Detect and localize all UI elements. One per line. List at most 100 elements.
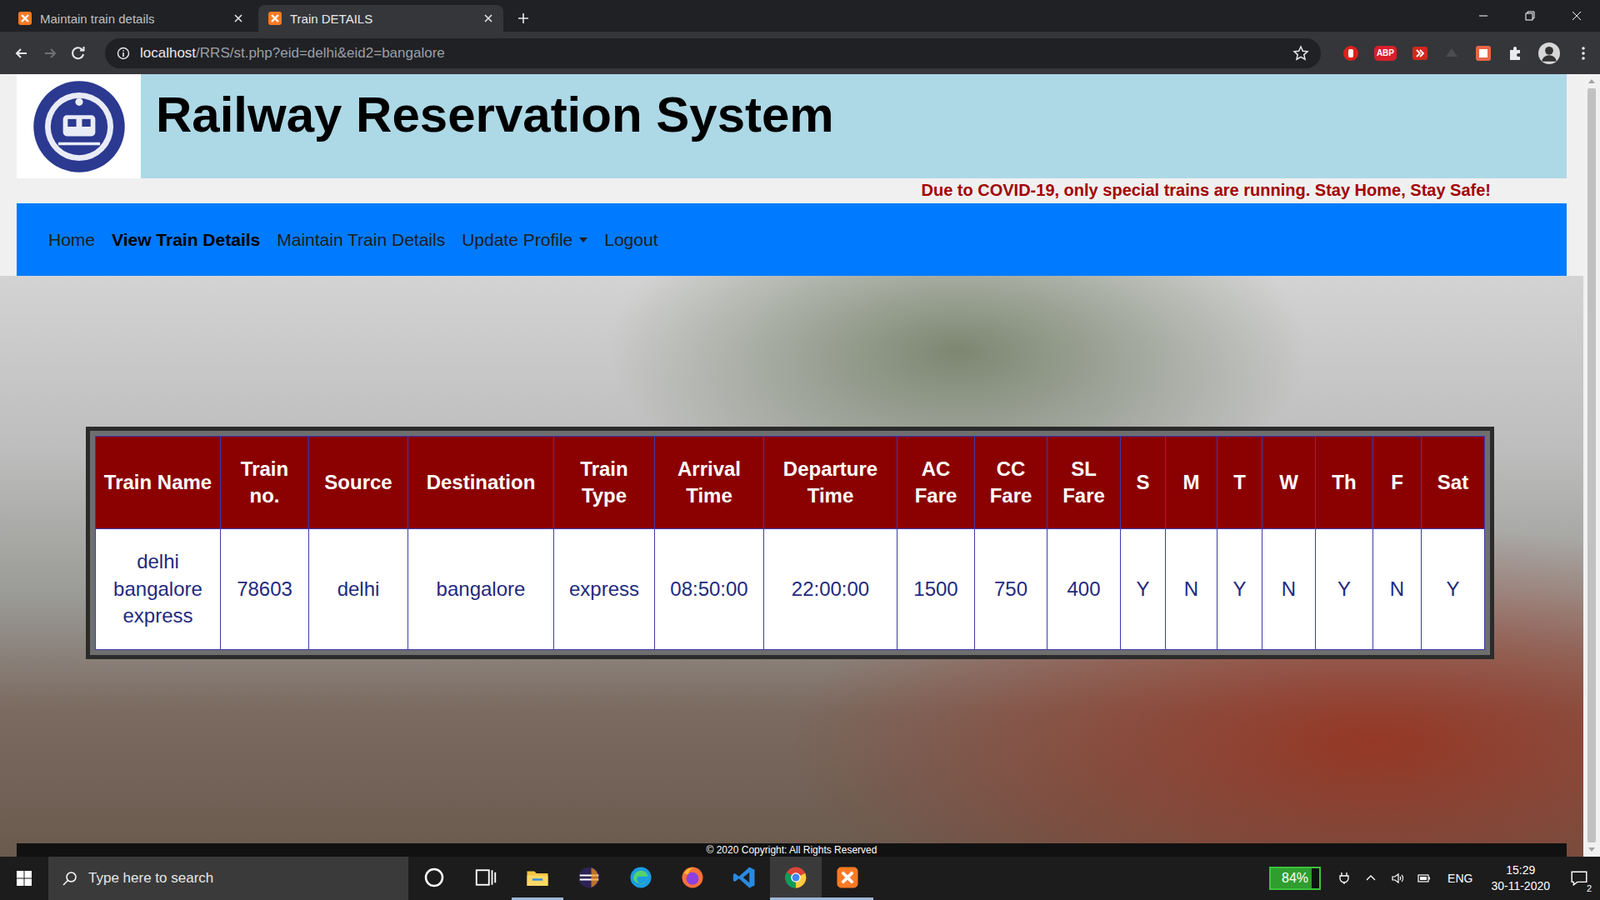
- tab-strip: Maintain train details Train DETAILS: [0, 0, 1600, 32]
- eclipse-icon: [576, 865, 602, 890]
- edge-icon: [628, 865, 654, 890]
- nav-item[interactable]: Logout: [595, 223, 666, 257]
- forward-icon[interactable]: [41, 45, 59, 62]
- column-header: Sat: [1421, 436, 1485, 530]
- title-area: Railway Reservation System: [140, 74, 1567, 179]
- taskbar-app[interactable]: [408, 856, 460, 900]
- profile-avatar-icon[interactable]: [1538, 42, 1560, 65]
- xampp-extension-icon[interactable]: [1475, 45, 1492, 62]
- taskbar-app[interactable]: [563, 856, 615, 900]
- info-icon[interactable]: [116, 46, 130, 60]
- scroll-up-icon[interactable]: [1588, 79, 1595, 84]
- taskbar-app[interactable]: [511, 856, 564, 900]
- speaker-icon[interactable]: [1390, 871, 1405, 885]
- tab-label: Train DETAILS: [290, 11, 475, 26]
- page-top: Railway Reservation System Due to COVID-1…: [0, 74, 1584, 276]
- start-button[interactable]: [0, 856, 49, 900]
- column-header: SL Fare: [1047, 436, 1121, 530]
- column-header: AC Fare: [897, 436, 975, 530]
- bookmark-star-icon[interactable]: [1292, 45, 1310, 62]
- taskbar-app[interactable]: [718, 856, 770, 900]
- restore-icon: [1525, 10, 1535, 21]
- video-extension-icon[interactable]: [1411, 45, 1429, 62]
- taskbar-app[interactable]: [460, 856, 512, 900]
- file-explorer-icon: [525, 865, 550, 890]
- column-header: M: [1165, 436, 1218, 530]
- puzzle-icon[interactable]: [1506, 45, 1524, 62]
- nav-item[interactable]: View Train Details: [103, 223, 269, 257]
- table-cell: N: [1262, 529, 1316, 650]
- table-row: delhi bangalore express78603delhibangalo…: [95, 529, 1485, 650]
- reload-icon[interactable]: [70, 45, 87, 62]
- close-tab-icon[interactable]: [233, 13, 244, 24]
- cortana-icon: [421, 865, 447, 890]
- battery-indicator[interactable]: 84%: [1269, 866, 1321, 890]
- column-header: Train Type: [554, 436, 655, 530]
- minimize-button[interactable]: [1460, 0, 1507, 32]
- site-title: Railway Reservation System: [155, 85, 835, 144]
- browser-tab[interactable]: Maintain train details: [8, 5, 254, 32]
- close-tab-icon[interactable]: [483, 13, 494, 24]
- table-cell: N: [1373, 529, 1422, 650]
- battery-tray-icon[interactable]: [1417, 871, 1431, 885]
- clock[interactable]: 15:2930-11-2020: [1482, 856, 1559, 900]
- column-header: Source: [309, 436, 409, 530]
- address-bar[interactable]: localhost/RRS/st.php?eid=delhi&eid2=bang…: [105, 38, 1321, 69]
- scrollbar[interactable]: [1583, 74, 1600, 857]
- notice-marquee: Due to COVID-19, only special trains are…: [16, 178, 1567, 204]
- browser-tab[interactable]: Train DETAILS: [258, 5, 504, 32]
- scroll-down-icon[interactable]: [1588, 847, 1595, 852]
- windows-logo-icon: [15, 870, 33, 887]
- table-cell: Y: [1120, 529, 1166, 650]
- action-center[interactable]: 2: [1558, 856, 1600, 900]
- menu-dots-icon[interactable]: [1575, 45, 1592, 62]
- nav-item[interactable]: Maintain Train Details: [268, 223, 454, 257]
- train-table: Train NameTrain no.SourceDestinationTrai…: [95, 435, 1485, 650]
- notification-count: 2: [1585, 883, 1594, 894]
- clock-date: 30-11-2020: [1490, 878, 1550, 895]
- taskbar-app[interactable]: [615, 856, 667, 900]
- train-table-frame: Train NameTrain no.SourceDestinationTrai…: [85, 426, 1495, 660]
- back-icon[interactable]: [13, 45, 30, 62]
- language-indicator[interactable]: ENG: [1447, 871, 1473, 885]
- web-page: Railway Reservation System Due to COVID-1…: [0, 74, 1584, 857]
- column-header: W: [1262, 436, 1316, 530]
- show-hidden-icons-icon[interactable]: [1364, 871, 1378, 885]
- table-cell: bangalore: [408, 529, 555, 650]
- table-cell: Y: [1315, 529, 1374, 650]
- column-header: T: [1217, 436, 1263, 530]
- xampp-icon: [835, 865, 860, 890]
- grey-extension-icon[interactable]: [1443, 45, 1460, 62]
- nav-item[interactable]: Update Profile: [453, 223, 596, 257]
- power-plug-icon[interactable]: [1337, 871, 1351, 885]
- clock-time: 15:29: [1505, 862, 1535, 879]
- taskbar: Type here to search 84% ENG 15:2930-11-2020…: [0, 856, 1600, 900]
- close-icon: [1571, 10, 1582, 21]
- table-cell: express: [554, 529, 655, 650]
- taskbar-app[interactable]: [666, 856, 719, 900]
- table-cell: Y: [1217, 529, 1263, 650]
- firefox-icon: [680, 865, 705, 890]
- taskbar-search[interactable]: Type here to search: [48, 856, 409, 900]
- tab-label: Maintain train details: [40, 11, 225, 26]
- table-cell: 22:00:00: [764, 529, 898, 650]
- new-tab-icon[interactable]: [516, 11, 530, 25]
- column-header: S: [1120, 436, 1166, 530]
- taskbar-app[interactable]: [821, 856, 874, 900]
- battery-percent: 84%: [1281, 870, 1309, 886]
- minimize-icon: [1478, 10, 1489, 21]
- restore-button[interactable]: [1506, 0, 1554, 32]
- close-window-button[interactable]: [1553, 0, 1600, 32]
- taskbar-app[interactable]: [770, 856, 822, 900]
- hand-extension-icon[interactable]: [1342, 45, 1360, 62]
- search-icon: [61, 870, 79, 887]
- logo: [16, 74, 141, 179]
- column-header: F: [1373, 436, 1422, 530]
- table-cell: N: [1165, 529, 1218, 650]
- extensions-area: ABP: [1332, 42, 1592, 65]
- nav-item[interactable]: Home: [40, 223, 104, 257]
- adblock-extension[interactable]: ABP: [1374, 45, 1397, 61]
- search-placeholder: Type here to search: [88, 870, 214, 887]
- scroll-thumb[interactable]: [1587, 88, 1596, 843]
- xampp-favicon-icon: [18, 11, 32, 25]
